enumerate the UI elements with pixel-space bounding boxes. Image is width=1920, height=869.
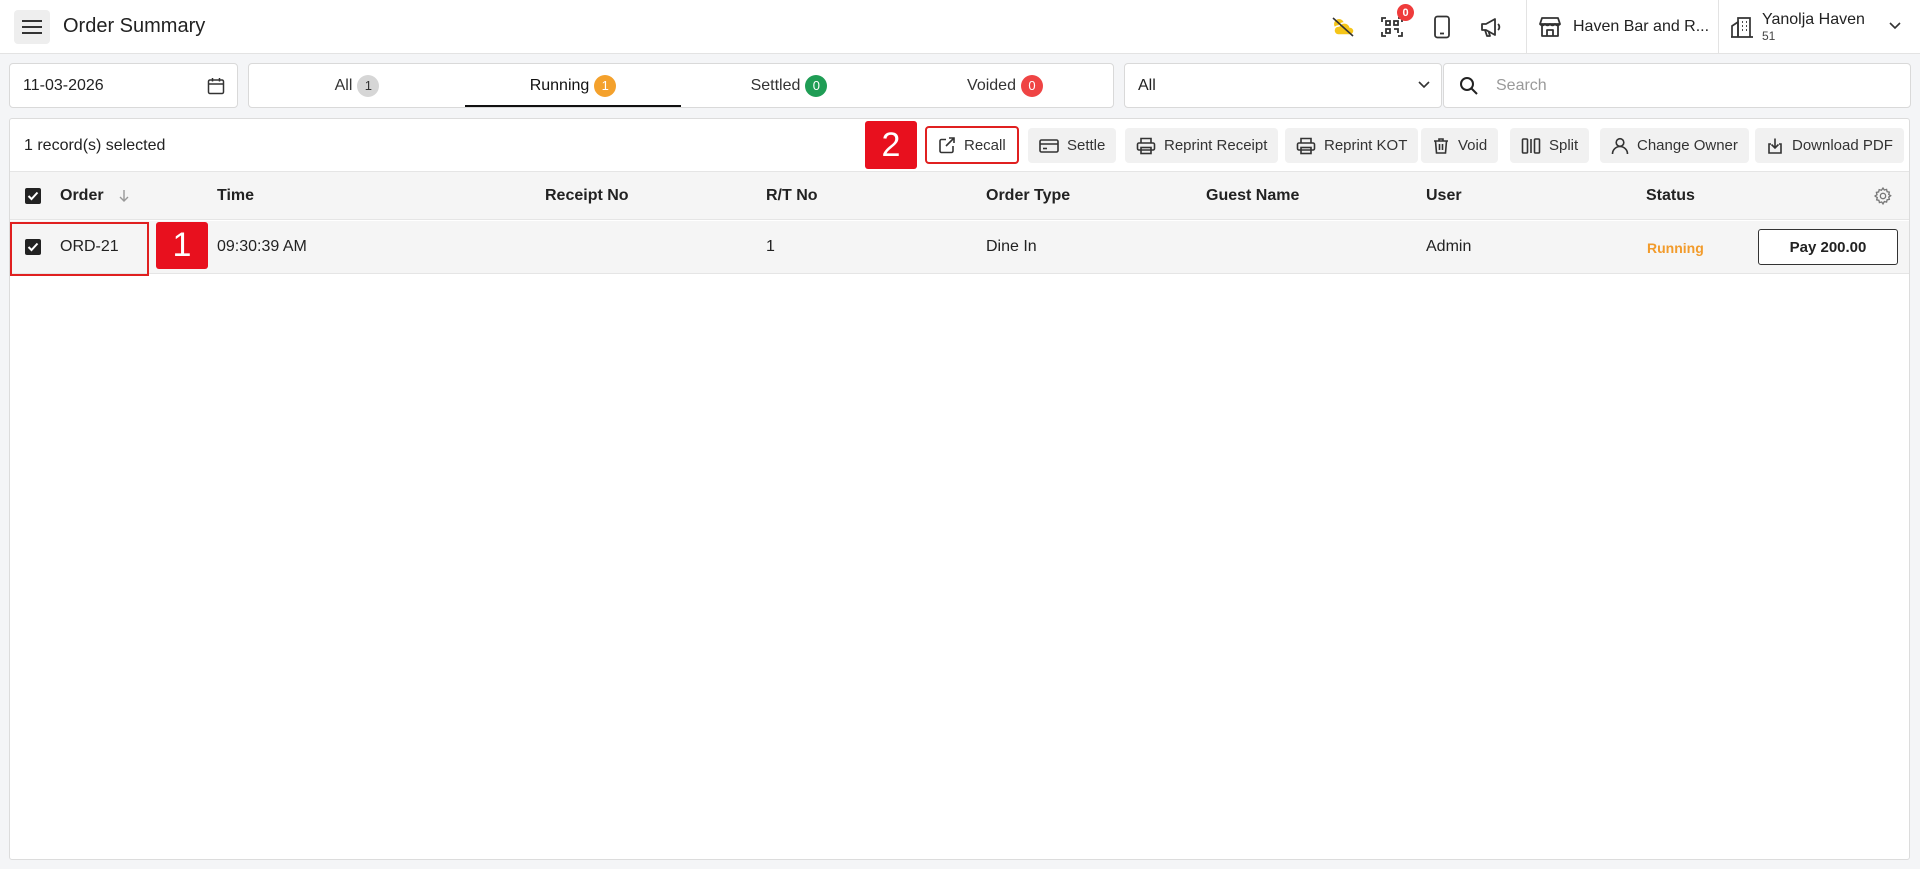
- tab-settled-count: 0: [805, 74, 828, 97]
- orders-panel: 1 record(s) selected Recall Settle Repri…: [9, 118, 1910, 860]
- date-value: 11-03-2026: [23, 77, 104, 94]
- tab-settled[interactable]: Settled 0: [681, 64, 897, 107]
- arrow-down-icon: [119, 189, 129, 202]
- hamburger-icon: [22, 20, 42, 34]
- search-box: [1443, 63, 1911, 108]
- search-icon: [1460, 77, 1478, 95]
- settle-button[interactable]: Settle: [1028, 128, 1117, 163]
- column-status: Status: [1646, 187, 1695, 204]
- selection-count: 1 record(s) selected: [24, 137, 166, 154]
- settle-label: Settle: [1067, 137, 1106, 154]
- pay-button[interactable]: Pay 200.00: [1758, 229, 1898, 265]
- cell-time: 09:30:39 AM: [217, 238, 307, 255]
- account-name: Yanolja Haven: [1762, 11, 1865, 28]
- order-type-value: All: [1138, 77, 1156, 94]
- order-status-tabs: All 1 Running 1 Settled 0 Voided 0: [248, 63, 1114, 108]
- cell-user: Admin: [1426, 238, 1472, 255]
- reprint-receipt-label: Reprint Receipt: [1164, 137, 1268, 154]
- tablet-icon: [1434, 15, 1450, 39]
- download-pdf-label: Download PDF: [1792, 137, 1893, 154]
- download-pdf-button[interactable]: Download PDF: [1755, 128, 1904, 163]
- reprint-kot-button[interactable]: Reprint KOT: [1285, 128, 1419, 163]
- top-bar: Order Summary 0 Haven Bar and R... Yanol…: [0, 0, 1920, 54]
- megaphone-icon: [1481, 18, 1501, 37]
- account-sub: 51: [1762, 29, 1776, 43]
- cloud-sun-icon: [1332, 17, 1355, 37]
- announcement-button[interactable]: [1477, 13, 1505, 41]
- external-link-icon: [939, 137, 955, 154]
- printer-icon: [1136, 137, 1156, 154]
- calendar-icon: [207, 78, 225, 95]
- qr-orders-button[interactable]: 0: [1378, 4, 1414, 41]
- store-selector[interactable]: Haven Bar and R...: [1537, 0, 1709, 54]
- cell-rt-no: 1: [766, 238, 775, 255]
- order-type-select[interactable]: All: [1124, 63, 1442, 108]
- tab-running[interactable]: Running 1: [465, 64, 681, 107]
- step-2-callout: 2: [865, 121, 917, 169]
- table-row[interactable]: ORD-21 09:30:39 AM 1 Dine In Admin Runni…: [10, 221, 1909, 274]
- split-button[interactable]: Split: [1510, 128, 1590, 163]
- tab-all[interactable]: All 1: [249, 64, 465, 107]
- void-button[interactable]: Void: [1421, 128, 1499, 163]
- header-divider: [1718, 0, 1719, 54]
- search-input[interactable]: [1496, 72, 1896, 100]
- column-order-label: Order: [60, 187, 104, 204]
- split-columns-icon: [1521, 137, 1541, 154]
- checkmark-icon: [27, 191, 39, 201]
- column-order[interactable]: Order: [60, 187, 130, 205]
- trash-icon: [1434, 137, 1448, 154]
- column-rt-no: R/T No: [766, 187, 818, 204]
- reprint-kot-label: Reprint KOT: [1324, 137, 1408, 154]
- tab-all-label: All: [334, 76, 353, 94]
- tab-voided-label: Voided: [967, 76, 1016, 94]
- chevron-down-icon: [1889, 22, 1901, 30]
- column-guest-name: Guest Name: [1206, 187, 1300, 204]
- page-title: Order Summary: [63, 15, 206, 37]
- storefront-icon: [1539, 17, 1561, 37]
- column-user: User: [1426, 187, 1462, 204]
- credit-card-icon: [1039, 138, 1059, 153]
- select-all-checkbox[interactable]: [25, 188, 41, 204]
- column-time: Time: [217, 187, 255, 204]
- weather-button[interactable]: [1329, 13, 1357, 41]
- tab-voided[interactable]: Voided 0: [897, 64, 1113, 107]
- row-highlight-outline: [10, 222, 149, 276]
- menu-button[interactable]: [14, 10, 50, 44]
- column-order-type: Order Type: [986, 187, 1071, 204]
- chevron-down-icon: [1418, 81, 1430, 89]
- status-badge: Running: [1647, 240, 1704, 256]
- account-selector[interactable]: Yanolja Haven 51: [1730, 0, 1901, 54]
- date-picker[interactable]: 11-03-2026: [9, 63, 238, 108]
- recall-button[interactable]: Recall: [925, 126, 1019, 164]
- device-button[interactable]: [1428, 13, 1456, 41]
- void-label: Void: [1458, 137, 1488, 154]
- tab-voided-count: 0: [1020, 74, 1043, 97]
- printer-icon: [1296, 137, 1316, 154]
- split-label: Split: [1549, 137, 1579, 154]
- actions-toolbar: 1 record(s) selected Recall Settle Repri…: [10, 119, 1909, 172]
- tab-running-count: 1: [594, 74, 617, 97]
- tab-settled-label: Settled: [750, 76, 801, 94]
- reprint-receipt-button[interactable]: Reprint Receipt: [1125, 128, 1279, 163]
- column-receipt-no: Receipt No: [545, 187, 629, 204]
- table-header: Order Time Receipt No R/T No Order Type …: [10, 172, 1909, 220]
- gear-icon[interactable]: [1873, 186, 1893, 206]
- user-icon: [1611, 137, 1629, 154]
- cell-order-type: Dine In: [986, 238, 1037, 255]
- store-name: Haven Bar and R...: [1573, 18, 1710, 35]
- download-icon: [1768, 138, 1782, 154]
- change-owner-button[interactable]: Change Owner: [1600, 128, 1749, 163]
- tab-all-count: 1: [357, 74, 380, 97]
- change-owner-label: Change Owner: [1637, 137, 1738, 154]
- qr-count-badge: 0: [1397, 4, 1414, 21]
- header-divider: [1526, 0, 1527, 54]
- building-icon: [1731, 17, 1753, 38]
- tab-running-label: Running: [529, 76, 590, 94]
- recall-label: Recall: [964, 136, 1006, 154]
- step-1-callout: 1: [156, 222, 208, 269]
